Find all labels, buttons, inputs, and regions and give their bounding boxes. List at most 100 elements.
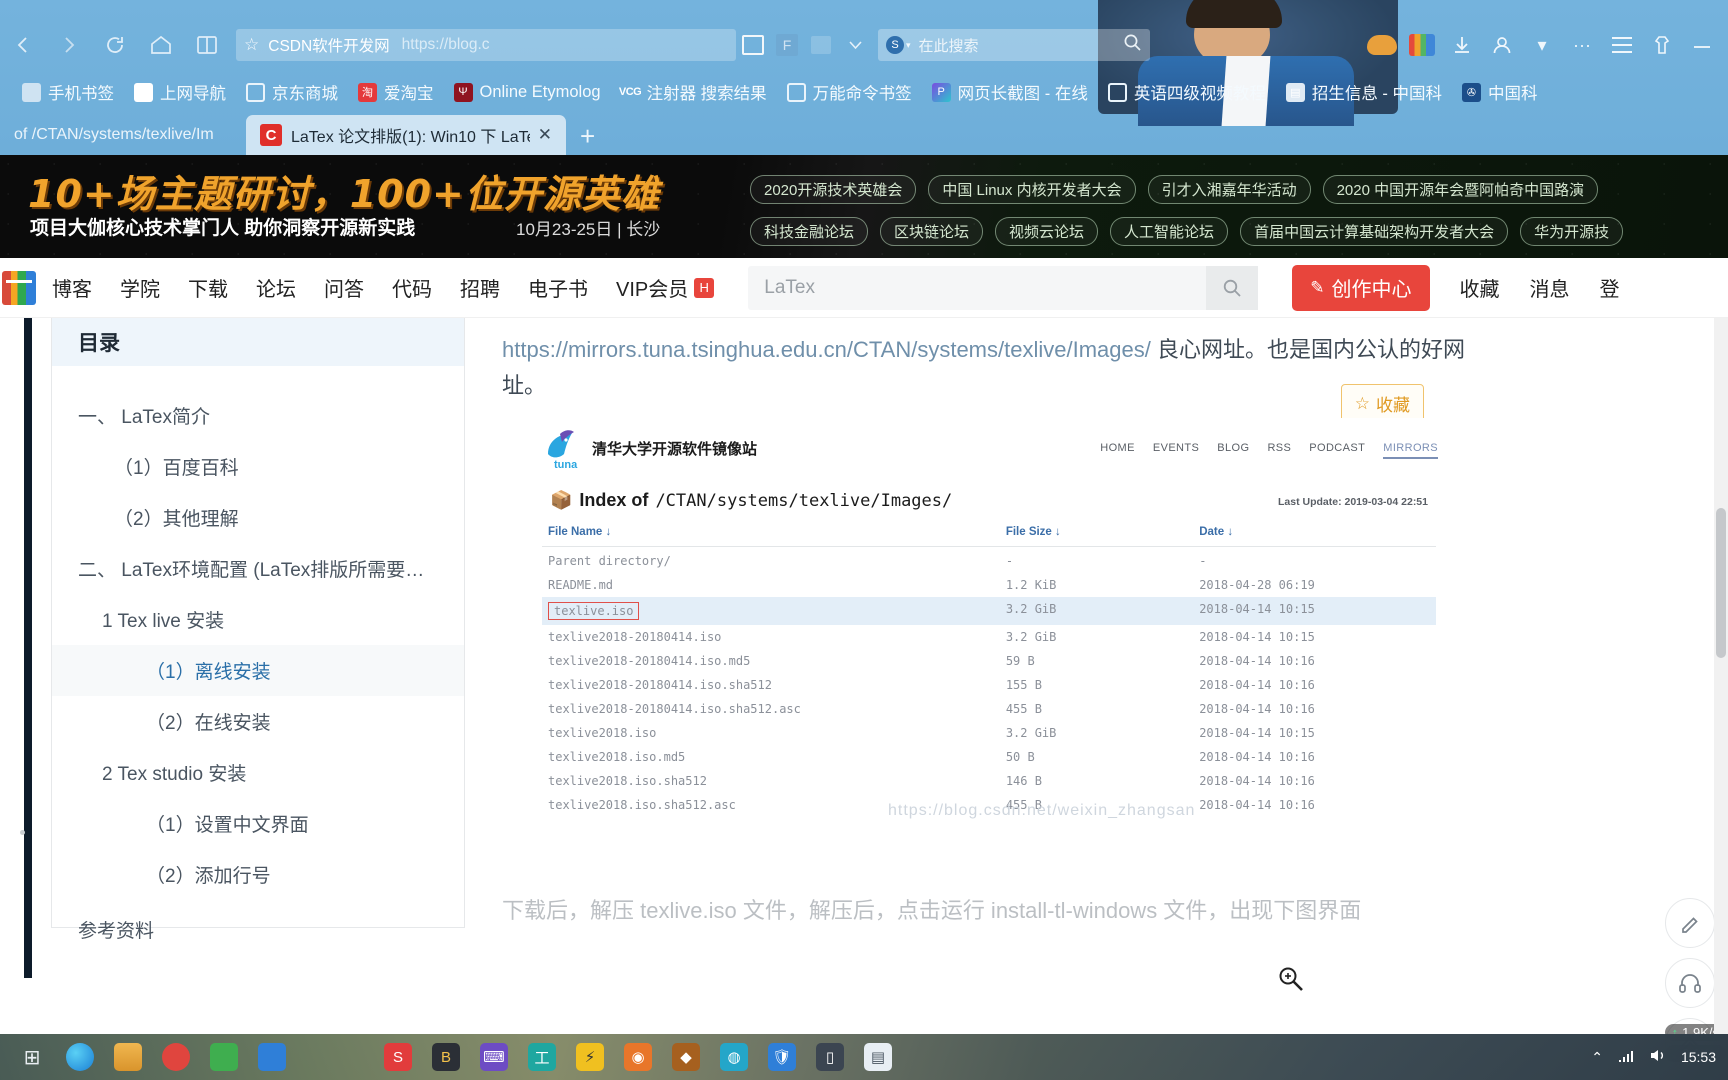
banner-pill[interactable]: 引才入湘嘉年华活动	[1147, 175, 1311, 204]
site-search[interactable]: LaTex	[748, 265, 1259, 310]
cell-filename[interactable]: README.md	[542, 578, 1006, 592]
banner-pill[interactable]: 2020 中国开源年会暨阿帕奇中国路演	[1322, 175, 1599, 204]
nav-item-vip[interactable]: VIP会员 H	[616, 273, 715, 302]
minimize-icon[interactable]	[1682, 25, 1722, 65]
home-icon[interactable]	[138, 22, 184, 68]
bookmark-item[interactable]: 手机书签	[22, 80, 114, 104]
toc-item[interactable]: （1）百度百科	[52, 441, 464, 492]
table-row[interactable]: texlive2018-20180414.iso.md5 59 B 2018-0…	[542, 649, 1436, 673]
cell-filename[interactable]: texlive2018.iso	[542, 726, 1006, 740]
teal-app-icon[interactable]: 工	[518, 1034, 566, 1080]
volume-icon[interactable]	[1649, 1048, 1667, 1066]
address-bar[interactable]: ☆ CSDN软件开发网 https://blog.c	[236, 29, 736, 61]
back-icon[interactable]	[0, 22, 46, 68]
edit-icon[interactable]	[1665, 898, 1715, 948]
toc-item[interactable]: 2 Tex studio 安装	[52, 747, 464, 798]
cloud-icon[interactable]	[1362, 25, 1402, 65]
nav-item-messages[interactable]: 消息	[1530, 273, 1570, 302]
banner-pill[interactable]: 2020开源技术英雄会	[750, 175, 917, 204]
cell-filename[interactable]: texlive2018.iso.sha512	[542, 774, 1006, 788]
bilibili-icon[interactable]: B	[422, 1034, 470, 1080]
create-center-button[interactable]: ✎ 创作中心	[1292, 264, 1430, 311]
brown-app-icon[interactable]: ◆	[662, 1034, 710, 1080]
tuna-nav-podcast[interactable]: PODCAST	[1309, 442, 1365, 459]
green-app-icon[interactable]	[200, 1034, 248, 1080]
task-view-icon[interactable]: ⊞	[8, 1034, 56, 1080]
site-search-input[interactable]: LaTex	[748, 277, 1206, 299]
bookmark-item[interactable]: 淘爱淘宝	[358, 80, 434, 104]
column-header-filename[interactable]: File Name ↓	[542, 526, 1006, 538]
csdn-logo[interactable]	[2, 270, 36, 305]
bookmark-item[interactable]: 万能命令书签	[786, 80, 912, 104]
table-row[interactable]: texlive2018.iso 3.2 GiB 2018-04-14 10:15	[542, 721, 1436, 745]
more-icon[interactable]: ···	[1562, 25, 1602, 65]
nav-item-forum[interactable]: 论坛	[256, 273, 296, 302]
banner-pill[interactable]: 中国 Linux 内核开发者大会	[928, 175, 1136, 204]
cell-filename[interactable]: texlive2018.iso.md5	[542, 750, 1006, 764]
user-avatar[interactable]	[1482, 25, 1522, 65]
phone-icon[interactable]: ▯	[806, 1034, 854, 1080]
nav-item-qa[interactable]: 问答	[324, 273, 364, 302]
table-row[interactable]: texlive2018.iso.sha512 146 B 2018-04-14 …	[542, 769, 1436, 793]
banner-pill[interactable]: 区块链论坛	[880, 217, 984, 246]
table-row[interactable]: Parent directory/ - -	[542, 549, 1436, 573]
extension-f-icon[interactable]: F	[770, 28, 804, 62]
extension-book-icon[interactable]	[736, 28, 770, 62]
sogou-icon[interactable]: S	[374, 1034, 422, 1080]
folder-icon[interactable]	[104, 1034, 152, 1080]
cell-filename-annotated[interactable]: texlive.iso	[548, 602, 640, 620]
toc-item[interactable]: 二、 LaTex环境配置 (LaTex排版所需要…	[52, 543, 464, 594]
banner-pill[interactable]: 科技金融论坛	[750, 217, 869, 246]
tuna-nav-mirrors[interactable]: MIRRORS	[1383, 442, 1438, 459]
tuna-nav-rss[interactable]: RSS	[1267, 442, 1291, 459]
column-header-filesize[interactable]: File Size ↓	[1006, 526, 1199, 538]
toc-item[interactable]: 一、 LaTex简介	[52, 390, 464, 441]
bookmark-star-icon[interactable]: ☆	[244, 35, 259, 55]
purple-app-icon[interactable]: ⌨	[470, 1034, 518, 1080]
close-icon[interactable]: ✕	[538, 125, 552, 145]
toc-item[interactable]: （2）在线安装	[52, 696, 464, 747]
column-header-date[interactable]: Date ↓	[1199, 526, 1436, 538]
reload-icon[interactable]	[92, 22, 138, 68]
orange-app-icon[interactable]: ◉	[614, 1034, 662, 1080]
toc-item[interactable]: 1 Tex live 安装	[52, 594, 464, 645]
skin-icon[interactable]	[1642, 25, 1682, 65]
toc-item-active[interactable]: （1）离线安装	[52, 645, 464, 696]
blue-app-icon[interactable]	[248, 1034, 296, 1080]
avatar-chevron-down-icon[interactable]: ▾	[1522, 25, 1562, 65]
banner-pill[interactable]: 华为开源技	[1520, 217, 1624, 246]
toc-item-reference[interactable]: 参考资料	[52, 900, 464, 955]
table-row[interactable]: texlive2018-20180414.iso.sha512.asc 455 …	[542, 697, 1436, 721]
nav-item-ebook[interactable]: 电子书	[528, 273, 588, 302]
bookmark-item[interactable]: P 网页长截图 - 在线	[931, 80, 1088, 104]
nav-item-code[interactable]: 代码	[392, 273, 432, 302]
cell-filename[interactable]: texlive2018-20180414.iso.sha512	[542, 678, 1006, 692]
search-icon[interactable]	[1206, 265, 1259, 310]
forward-icon[interactable]	[46, 22, 92, 68]
doc-icon[interactable]: ▤	[854, 1034, 902, 1080]
mirror-url-link[interactable]: https://mirrors.tuna.tsinghua.edu.cn/CTA…	[502, 337, 1151, 362]
tuna-nav-blog[interactable]: BLOG	[1217, 442, 1249, 459]
cell-filename[interactable]: texlive2018-20180414.iso.sha512.asc	[542, 702, 1006, 716]
yellow-app-icon[interactable]: ⚡	[566, 1034, 614, 1080]
menu-icon[interactable]	[1602, 25, 1642, 65]
nav-item-blog[interactable]: 博客	[52, 273, 92, 302]
banner-pill[interactable]: 视频云论坛	[995, 217, 1099, 246]
cell-filename[interactable]: texlive2018-20180414.iso.md5	[542, 654, 1006, 668]
nav-item-download[interactable]: 下载	[188, 273, 228, 302]
table-row[interactable]: README.md 1.2 KiB 2018-04-28 06:19	[542, 573, 1436, 597]
nav-item-login[interactable]: 登	[1600, 273, 1620, 302]
bookmark-item[interactable]: Q 上网导航	[134, 80, 226, 104]
banner-pill[interactable]: 首届中国云计算基础架构开发者大会	[1240, 217, 1509, 246]
table-row[interactable]: texlive2018-20180414.iso.sha512 155 B 20…	[542, 673, 1436, 697]
cell-filename[interactable]: texlive2018-20180414.iso	[542, 630, 1006, 644]
caret-up-icon[interactable]: ⌃	[1591, 1049, 1603, 1066]
bookmark-item[interactable]: ✇ 中国科	[1462, 80, 1538, 104]
download-icon[interactable]	[1442, 25, 1482, 65]
new-tab-button[interactable]: +	[580, 123, 595, 155]
bookmark-item[interactable]: Ψ Online Etymolog	[453, 82, 601, 102]
scrollbar-thumb[interactable]	[1716, 508, 1726, 658]
search-engine-chevron-down-icon[interactable]: ▾	[906, 40, 911, 51]
bookmark-item[interactable]: 京东商城	[246, 80, 338, 104]
promo-banner[interactable]: 10+场主题研讨，100+位开源英雄 项目大伽核心技术掌门人 助你洞察开源新实践…	[0, 155, 1728, 258]
